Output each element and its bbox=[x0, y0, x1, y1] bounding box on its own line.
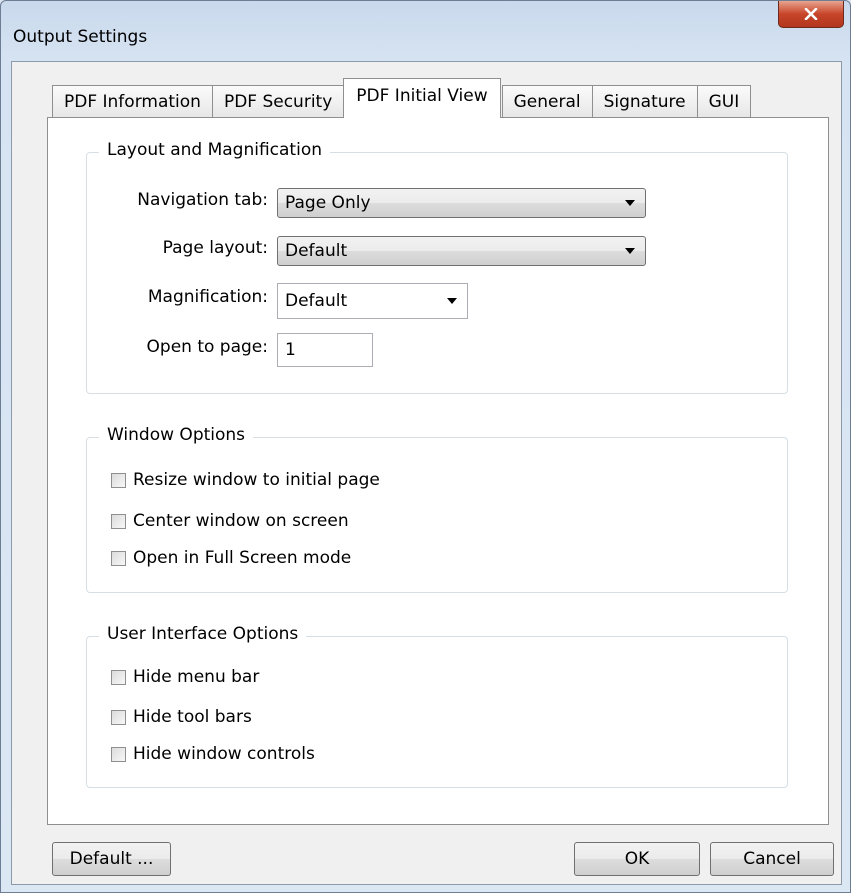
title-bar[interactable]: Output Settings bbox=[1, 1, 850, 61]
user-interface-options-group: User Interface Options Hide menu bar Hid… bbox=[86, 624, 788, 788]
tab-gui[interactable]: GUI bbox=[696, 85, 752, 118]
checkbox-label: Hide window controls bbox=[133, 744, 315, 764]
navigation-tab-value: Page Only bbox=[285, 193, 371, 213]
checkbox-box[interactable] bbox=[111, 669, 126, 685]
page-layout-dropdown[interactable]: Default bbox=[277, 236, 646, 266]
group-title: Window Options bbox=[99, 425, 254, 445]
ok-button[interactable]: OK bbox=[574, 842, 700, 876]
checkbox-label: Hide tool bars bbox=[133, 707, 252, 727]
checkbox-box[interactable] bbox=[111, 746, 126, 762]
resize-window-checkbox[interactable]: Resize window to initial page bbox=[111, 470, 380, 490]
dialog-client-area: PDF Information PDF Security PDF Initial… bbox=[11, 61, 842, 885]
magnification-value: Default bbox=[285, 291, 348, 311]
navigation-tab-dropdown[interactable]: Page Only bbox=[277, 188, 646, 218]
checkbox-box[interactable] bbox=[111, 550, 126, 566]
tab-pdf-information[interactable]: PDF Information bbox=[52, 85, 213, 118]
checkbox-box[interactable] bbox=[111, 709, 126, 725]
open-to-page-value: 1 bbox=[285, 340, 296, 360]
hide-window-controls-checkbox[interactable]: Hide window controls bbox=[111, 744, 315, 764]
tab-signature[interactable]: Signature bbox=[591, 85, 698, 118]
tab-pdf-security[interactable]: PDF Security bbox=[211, 85, 345, 118]
cancel-button[interactable]: Cancel bbox=[710, 842, 834, 876]
magnification-combobox[interactable]: Default bbox=[277, 283, 468, 319]
hide-menu-bar-checkbox[interactable]: Hide menu bar bbox=[111, 667, 259, 687]
close-icon bbox=[804, 8, 818, 20]
open-to-page-input[interactable]: 1 bbox=[277, 333, 373, 367]
tab-panel: Layout and Magnification Navigation tab:… bbox=[47, 117, 829, 825]
center-window-checkbox[interactable]: Center window on screen bbox=[111, 511, 349, 531]
magnification-label: Magnification: bbox=[147, 287, 268, 307]
chevron-down-icon bbox=[625, 248, 635, 254]
window-options-group: Window Options Resize window to initial … bbox=[86, 425, 788, 593]
tab-strip: PDF Information PDF Security PDF Initial… bbox=[52, 78, 752, 118]
layout-magnification-group: Layout and Magnification Navigation tab:… bbox=[86, 140, 788, 394]
checkbox-label: Hide menu bar bbox=[133, 667, 260, 687]
checkbox-box[interactable] bbox=[111, 513, 126, 529]
checkbox-label: Resize window to initial page bbox=[133, 470, 380, 490]
checkbox-label: Center window on screen bbox=[133, 511, 349, 531]
tab-pdf-initial-view[interactable]: PDF Initial View bbox=[343, 78, 501, 118]
group-title: User Interface Options bbox=[99, 624, 307, 644]
full-screen-checkbox[interactable]: Open in Full Screen mode bbox=[111, 548, 351, 568]
group-title: Layout and Magnification bbox=[99, 140, 330, 160]
page-layout-value: Default bbox=[285, 241, 348, 261]
tab-general[interactable]: General bbox=[501, 85, 593, 118]
checkbox-label: Open in Full Screen mode bbox=[133, 548, 352, 568]
window-title: Output Settings bbox=[13, 27, 148, 47]
chevron-down-icon bbox=[625, 200, 635, 206]
output-settings-window: Output Settings PDF Information PDF Secu… bbox=[0, 0, 851, 893]
chevron-down-icon bbox=[447, 298, 457, 304]
navigation-tab-label: Navigation tab: bbox=[137, 190, 268, 210]
open-to-page-label: Open to page: bbox=[146, 337, 268, 357]
page-layout-label: Page layout: bbox=[162, 238, 268, 258]
checkbox-box[interactable] bbox=[111, 472, 126, 488]
hide-tool-bars-checkbox[interactable]: Hide tool bars bbox=[111, 707, 252, 727]
default-button[interactable]: Default ... bbox=[52, 842, 171, 876]
close-button[interactable] bbox=[778, 1, 844, 28]
